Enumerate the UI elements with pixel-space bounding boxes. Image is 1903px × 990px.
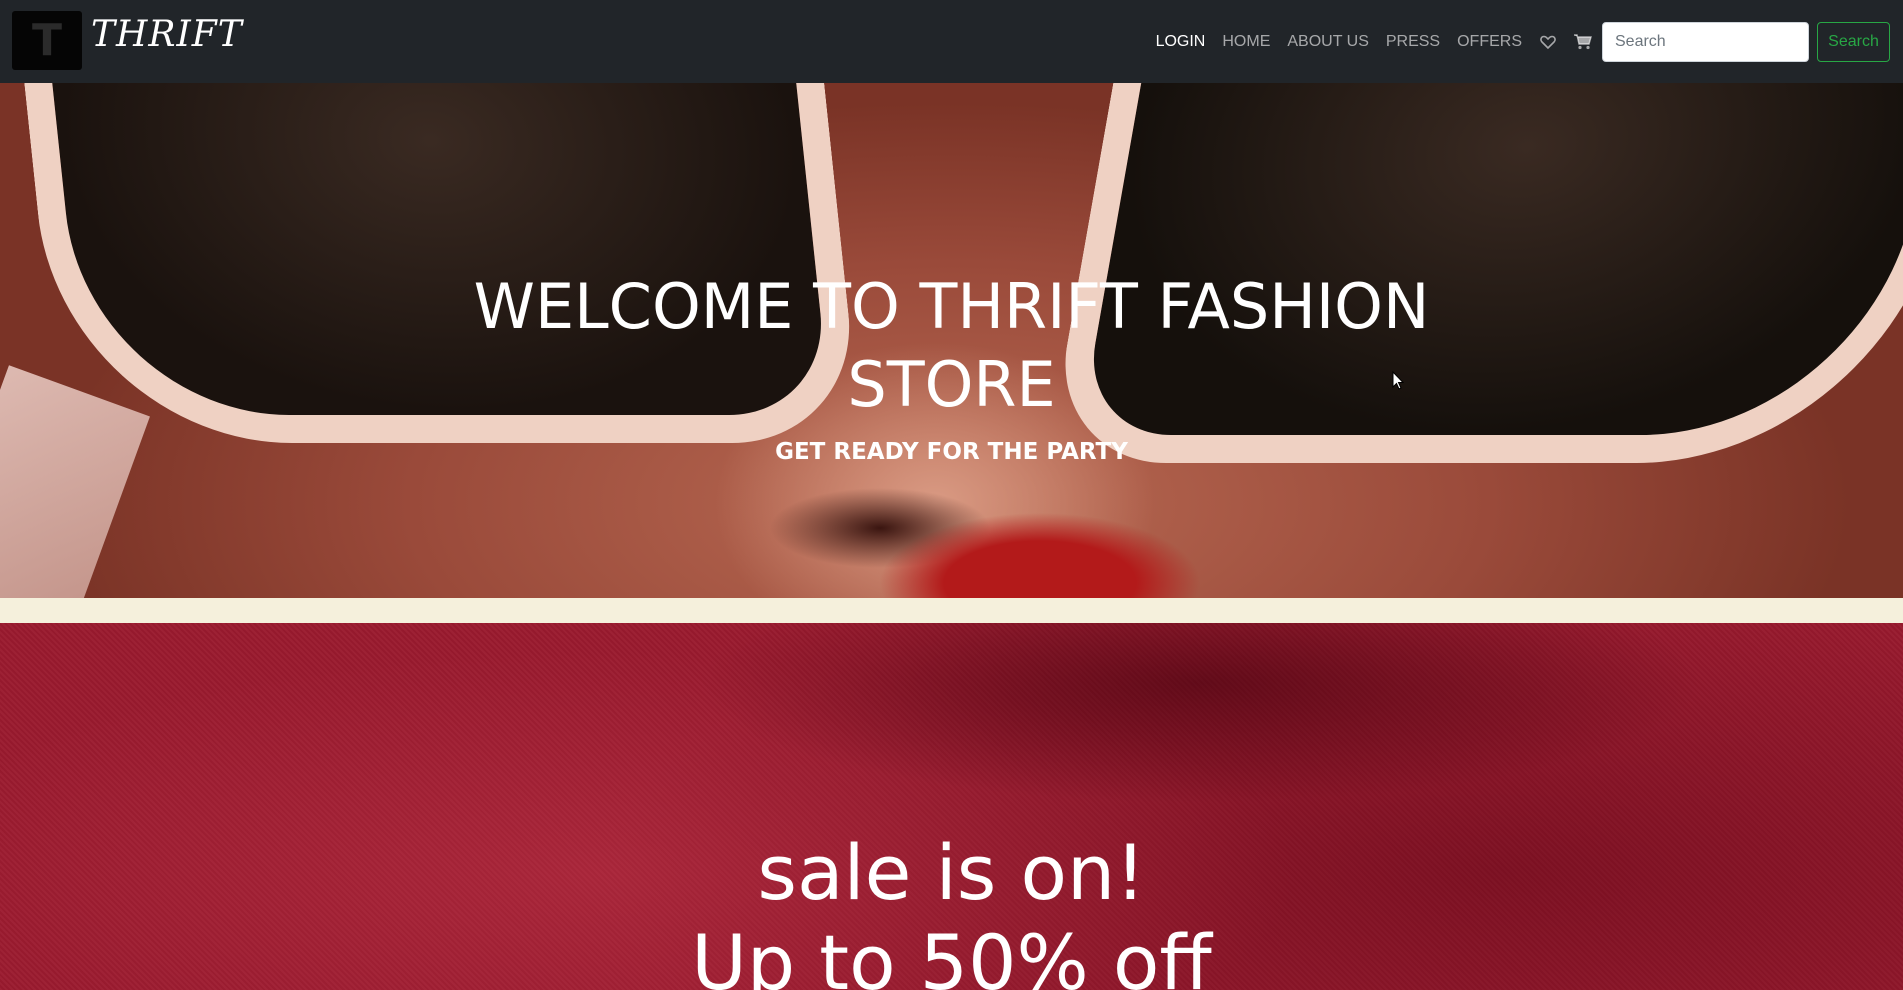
- hero-subtitle: GET READY FOR THE PARTY: [775, 439, 1128, 465]
- nav-offers-link[interactable]: OFFERS: [1457, 33, 1522, 51]
- hero-title: WELCOME TO THRIFT FASHION STORE: [473, 270, 1430, 421]
- top-navbar: T THRIFT LOGIN HOME ABOUT US PRESS OFFER…: [0, 0, 1903, 83]
- nav-home-link[interactable]: HOME: [1222, 33, 1270, 51]
- search-button[interactable]: Search: [1817, 21, 1890, 62]
- nav-press-link[interactable]: PRESS: [1386, 33, 1440, 51]
- sale-line-2: Up to 50% off: [691, 918, 1212, 990]
- hero-text: WELCOME TO THRIFT FASHION STORE GET READ…: [0, 83, 1903, 598]
- nav-links: LOGIN HOME ABOUT US PRESS OFFERS Search: [1139, 0, 1903, 83]
- heart-icon[interactable]: [1539, 33, 1557, 51]
- cart-icon[interactable]: [1574, 33, 1592, 51]
- brand-name[interactable]: THRIFT: [91, 14, 243, 55]
- logo[interactable]: T: [12, 11, 82, 70]
- sale-banner: sale is on! Up to 50% off: [0, 623, 1903, 990]
- hero-banner: WELCOME TO THRIFT FASHION STORE GET READ…: [0, 83, 1903, 598]
- section-divider: [0, 598, 1903, 623]
- nav-about-us-link[interactable]: ABOUT US: [1287, 33, 1369, 51]
- sale-text: sale is on! Up to 50% off: [0, 828, 1903, 990]
- search-input[interactable]: [1602, 21, 1809, 62]
- sale-line-1: sale is on!: [757, 828, 1146, 917]
- mouse-cursor-icon: [1392, 371, 1404, 390]
- nav-login-link[interactable]: LOGIN: [1156, 33, 1206, 51]
- logo-letter: T: [31, 14, 62, 66]
